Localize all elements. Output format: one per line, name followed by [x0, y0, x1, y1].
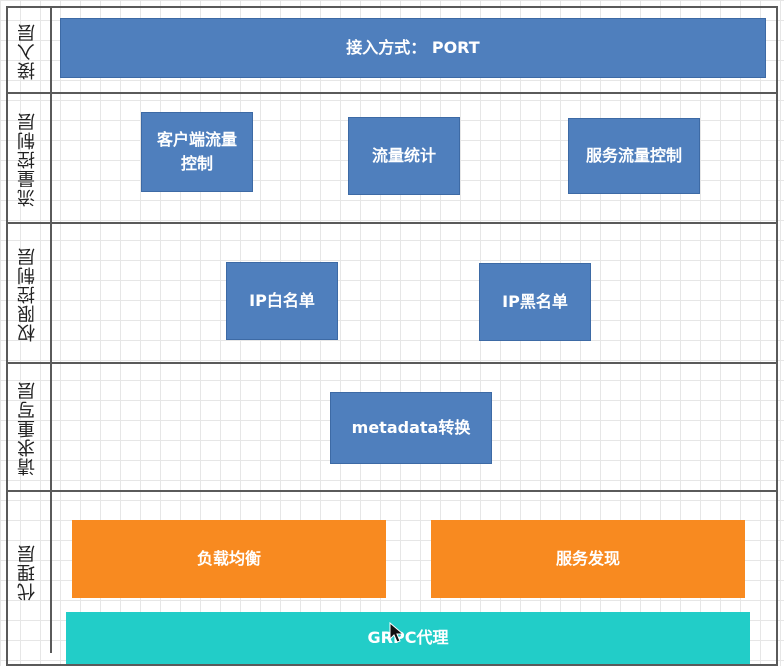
layer-auth-control-label-cell: 权限控制层 — [6, 224, 52, 364]
ip-blacklist-box: IP黑名单 — [479, 263, 591, 341]
port-access-box: 接入方式： PORT — [60, 18, 766, 78]
layer-auth-control: 权限控制层 — [6, 222, 778, 364]
service-discovery-box: 服务发现 — [431, 520, 745, 598]
layer-access-label-cell: 接入层 — [6, 8, 52, 94]
layer-auth-control-label: 权限控制层 — [17, 246, 38, 342]
layer-request-rewrite-label-cell: 请求重写层 — [6, 364, 52, 492]
metadata-transform-box: metadata转换 — [330, 392, 492, 464]
layer-proxy-label-cell: 代理层 — [6, 492, 52, 653]
layer-access-label: 接入层 — [17, 22, 38, 80]
layer-flow-control-label-cell: 流量控制层 — [6, 94, 52, 224]
layer-request-rewrite-label: 请求重写层 — [17, 380, 38, 476]
flow-stats-box: 流量统计 — [348, 117, 460, 195]
layer-proxy-label: 代理层 — [17, 544, 38, 601]
service-flow-control-box: 服务流量控制 — [568, 118, 700, 194]
load-balance-box: 负载均衡 — [72, 520, 386, 598]
architecture-diagram: 接入层 流量控制层 权限控制层 请求重写层 代理层 接入方式： PORT 客户端… — [0, 0, 784, 666]
client-flow-control-box: 客户端流量 控制 — [141, 112, 253, 192]
ip-whitelist-box: IP白名单 — [226, 262, 338, 340]
layer-flow-control-label: 流量控制层 — [17, 111, 38, 207]
mouse-cursor-icon — [389, 622, 405, 643]
grpc-proxy-box: GRPC代理 — [66, 612, 750, 664]
